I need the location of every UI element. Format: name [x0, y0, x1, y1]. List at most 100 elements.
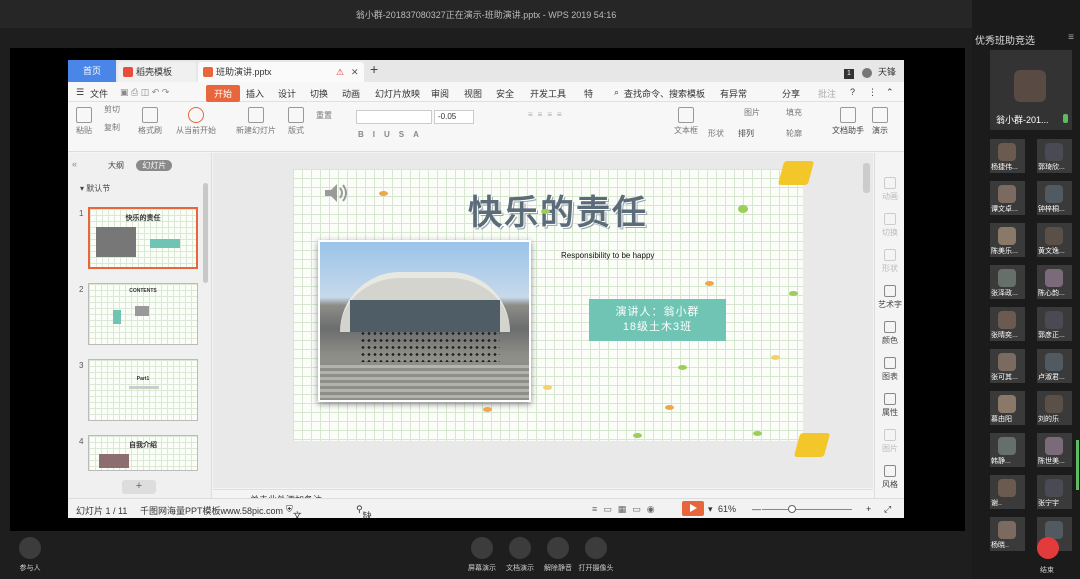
current-slide[interactable]: 快乐的责任 Responsibility to be happy 演讲人：翁小群…	[293, 161, 831, 457]
avatar[interactable]	[862, 67, 873, 78]
reset-button[interactable]: 重置	[316, 110, 332, 121]
picture-button[interactable]: 图片	[744, 107, 760, 118]
speaker-info-box[interactable]: 演讲人：翁小群 18级土木3班	[589, 299, 726, 341]
copy-button[interactable]: 复制	[104, 122, 120, 133]
tab-file[interactable]: 班助演讲.pptx ⚠ ✕	[198, 62, 364, 82]
unmute-button[interactable]: 解除静音	[538, 537, 578, 573]
window-count-icon[interactable]: 1	[843, 69, 854, 79]
doc-share-button[interactable]: 文档演示	[500, 537, 540, 573]
menu-security[interactable]: 安全	[496, 87, 514, 100]
participant-tile[interactable]: 张宁宇	[1037, 475, 1072, 509]
textbox-button[interactable]: 文本框	[674, 107, 698, 136]
tool-animation[interactable]: 动画	[875, 177, 904, 202]
menu-view[interactable]: 视图	[464, 87, 482, 100]
slide-thumbnail[interactable]: Part1	[88, 359, 198, 421]
participant-tile[interactable]: 钟梓桐...	[1037, 181, 1072, 215]
participant-tile[interactable]: 谢..	[990, 475, 1025, 509]
tool-transition[interactable]: 切换	[875, 213, 904, 238]
group-photo[interactable]	[318, 240, 531, 402]
view-mode-icons[interactable]: ≡▭▦▭◉	[592, 504, 661, 515]
menu-slideshow[interactable]: 幻灯片放映	[375, 87, 420, 100]
menu-file[interactable]: 文件	[90, 87, 108, 100]
participants-button[interactable]: 参与人	[10, 537, 50, 573]
participant-tile[interactable]: 黄文逸...	[1037, 223, 1072, 257]
play-slideshow-button[interactable]	[682, 501, 704, 516]
format-painter-button[interactable]: 格式刷	[138, 107, 162, 136]
canvas-scrollbar[interactable]	[863, 163, 870, 193]
from-current-button[interactable]: 从当前开始	[176, 107, 216, 136]
font-family-select[interactable]	[356, 110, 432, 124]
quick-access-icons[interactable]: ▣ ⎙ ◫ ↶ ↷	[120, 87, 169, 98]
user-area[interactable]: 1 天锋	[843, 65, 896, 79]
doc-helper-button[interactable]: 文档助手	[832, 107, 864, 136]
font-size-select[interactable]: -0.05	[434, 110, 474, 124]
fit-window-icon[interactable]: ⤢	[884, 504, 891, 515]
participant-tile[interactable]: 张泽政...	[990, 265, 1025, 299]
tool-color[interactable]: 颜色	[875, 321, 904, 346]
collapse-ribbon-icon[interactable]: ⌃	[886, 87, 894, 98]
participant-tile[interactable]: 陈美乐...	[990, 223, 1025, 257]
collapse-panel-icon[interactable]: «	[72, 159, 77, 169]
command-search[interactable]: 查找命令、搜索模板	[624, 87, 705, 100]
menu-insert[interactable]: 插入	[246, 87, 264, 100]
tool-property[interactable]: 属性	[875, 393, 904, 418]
zoom-level[interactable]: 61%	[718, 504, 736, 514]
participant-tile[interactable]: 郭彦正...	[1037, 307, 1072, 341]
changes-button[interactable]: 有异常	[720, 87, 747, 100]
tool-style[interactable]: 风格	[875, 465, 904, 490]
fill-button[interactable]: 填充	[786, 107, 802, 118]
hamburger-icon[interactable]: ☰	[76, 87, 84, 98]
section-label[interactable]: ▾ 默认节	[80, 183, 110, 194]
help-icon[interactable]: ?	[850, 87, 855, 97]
arrange-button[interactable]: 排列	[738, 128, 754, 139]
zoom-slider-knob[interactable]	[788, 505, 796, 513]
menu-developer[interactable]: 开发工具	[530, 87, 566, 100]
camera-button[interactable]: 打开摄像头	[576, 537, 616, 573]
participant-tile[interactable]: 杨捷伟...	[990, 139, 1025, 173]
menu-animation[interactable]: 动画	[342, 87, 360, 100]
doc-protect-status[interactable]: ⛨ 文档未保护	[286, 504, 302, 518]
tool-shape[interactable]: 形状	[875, 249, 904, 274]
share-button[interactable]: 分享	[782, 87, 800, 100]
tool-chart[interactable]: 图表	[875, 357, 904, 382]
paste-button[interactable]: 粘贴	[76, 107, 92, 136]
outline-button[interactable]: 轮廓	[786, 128, 802, 139]
thumb-scrollbar[interactable]	[203, 183, 208, 283]
participant-tile[interactable]: 郭琦欣...	[1037, 139, 1072, 173]
slide-thumbnail[interactable]: CONTENTS	[88, 283, 198, 345]
participant-tile[interactable]: 陈心韵...	[1037, 265, 1072, 299]
participant-tile[interactable]: 陈世美...	[1037, 433, 1072, 467]
new-slide-button[interactable]: 新建幻灯片	[236, 107, 276, 136]
font-style-buttons[interactable]: BIUSA	[358, 130, 428, 139]
shape-button[interactable]: 形状	[708, 128, 724, 139]
paragraph-buttons[interactable]: ≡≡≡≡	[528, 110, 567, 119]
menu-special[interactable]: 特	[584, 87, 593, 100]
tab-template[interactable]: 稻壳模板	[118, 62, 196, 82]
participant-tile[interactable]: 卢淑君...	[1037, 349, 1072, 383]
tab-close-icon[interactable]: ✕	[351, 62, 359, 82]
missing-font-button[interactable]: ⚲ 缺失字体	[356, 504, 372, 518]
zoom-slider[interactable]	[762, 509, 852, 510]
tool-picture[interactable]: 图片	[875, 429, 904, 454]
participant-tile[interactable]: 张晴奕...	[990, 307, 1025, 341]
participant-tile[interactable]: 谭文卓...	[990, 181, 1025, 215]
panel-scrollbar[interactable]	[1076, 440, 1079, 490]
speaker-icon[interactable]	[323, 182, 349, 204]
slide-thumbnail[interactable]: 快乐的责任	[88, 207, 198, 269]
play-dropdown-icon[interactable]: ▾	[708, 504, 713, 515]
participant-tile[interactable]: 刘的乐	[1037, 391, 1072, 425]
new-tab-icon[interactable]: +	[370, 61, 378, 77]
comment-button[interactable]: 批注	[818, 87, 836, 100]
slide-subtitle[interactable]: Responsibility to be happy	[561, 251, 654, 260]
end-meeting-button[interactable]	[1037, 537, 1059, 559]
participant-tile[interactable]: 慕由阳	[990, 391, 1025, 425]
panel-menu-icon[interactable]: ≡	[1068, 32, 1074, 43]
slide-thumbnail[interactable]: 自我介绍	[88, 435, 198, 471]
menu-transition[interactable]: 切换	[310, 87, 328, 100]
tab-outline[interactable]: 大纲	[108, 161, 124, 170]
present-button[interactable]: 演示	[872, 107, 888, 136]
more-icon[interactable]: ⋮	[868, 87, 877, 98]
add-slide-button[interactable]: +	[122, 480, 156, 494]
tool-wordart[interactable]: 艺术字	[875, 285, 904, 310]
search-icon[interactable]: ⌕	[614, 87, 619, 98]
